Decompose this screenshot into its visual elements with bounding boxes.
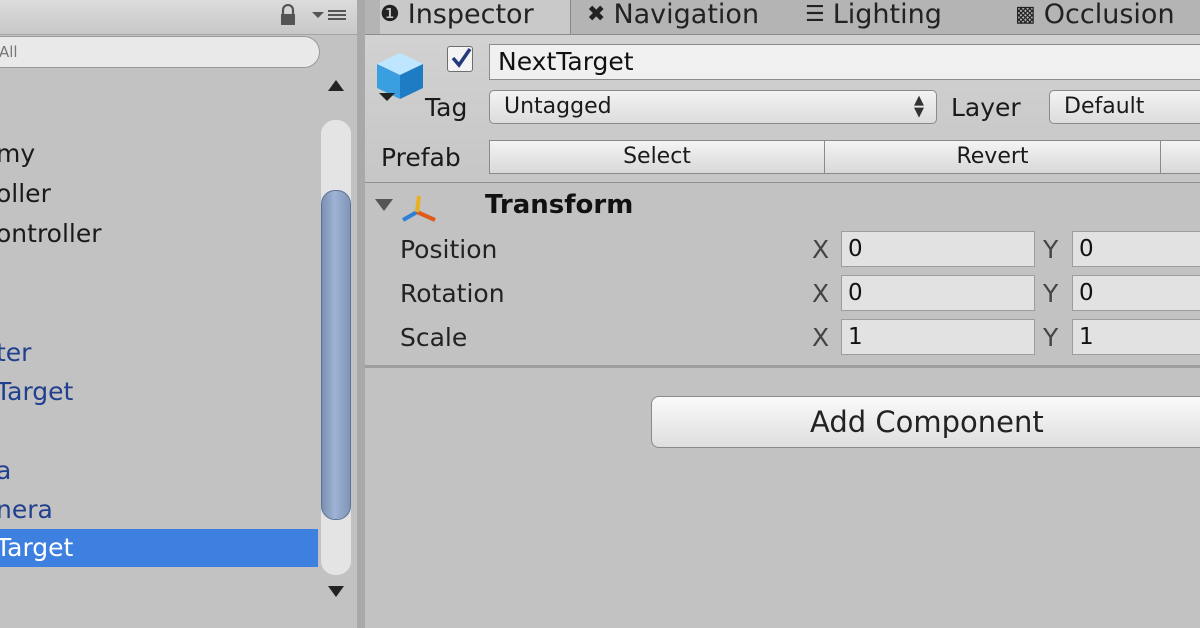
gameobject-header: NextTarget Tag Untagged ▲ ▼ Layer Default… bbox=[365, 35, 1200, 183]
rotation-x-label[interactable]: X bbox=[812, 279, 829, 308]
tree-item-label: oller bbox=[0, 179, 51, 208]
transform-title: Transform bbox=[485, 190, 634, 220]
tree-item[interactable]: ontroller bbox=[0, 215, 318, 253]
lighting-icon: ☰ bbox=[805, 2, 825, 27]
hierarchy-panel: All my oller ontroller ter Target a nera… bbox=[0, 0, 357, 628]
tab-occlusion[interactable]: ▩ Occlusion bbox=[1015, 0, 1175, 34]
tree-item-label: ontroller bbox=[0, 219, 102, 248]
tab-label: Navigation bbox=[613, 0, 760, 30]
search-placeholder: All bbox=[0, 43, 18, 61]
panel-menu-icon[interactable] bbox=[310, 6, 348, 24]
tree-item-label: Target bbox=[0, 533, 74, 562]
tab-label: Occlusion bbox=[1043, 0, 1175, 30]
tab-label: Lighting bbox=[832, 0, 942, 30]
scroll-up-arrow-icon[interactable] bbox=[328, 80, 344, 91]
tab-label: Inspector bbox=[407, 0, 534, 30]
prefab-apply-button[interactable] bbox=[1160, 140, 1200, 174]
tag-dropdown[interactable]: Untagged ▲ ▼ bbox=[489, 90, 937, 124]
lock-icon[interactable] bbox=[278, 4, 298, 26]
info-icon: ❶ bbox=[380, 2, 400, 27]
panel-splitter[interactable] bbox=[357, 0, 365, 628]
tree-item[interactable] bbox=[0, 295, 318, 333]
tab-inspector[interactable]: ❶ Inspector bbox=[380, 0, 571, 34]
scale-label: Scale bbox=[400, 323, 468, 352]
foldout-arrow-icon[interactable] bbox=[375, 199, 393, 211]
layer-value: Default bbox=[1064, 94, 1145, 119]
rotation-y-field[interactable]: 0 bbox=[1072, 275, 1200, 311]
scale-x-field[interactable]: 1 bbox=[841, 319, 1035, 355]
hierarchy-search-input[interactable]: All bbox=[0, 36, 320, 68]
transform-component-header[interactable]: Transform bbox=[365, 182, 1200, 226]
prefab-label: Prefab bbox=[381, 143, 461, 172]
component-divider bbox=[365, 365, 1200, 368]
prefab-revert-button[interactable]: Revert bbox=[824, 140, 1161, 174]
position-y-field[interactable]: 0 bbox=[1072, 231, 1200, 267]
inspector-panel: NextTarget Tag Untagged ▲ ▼ Layer Default… bbox=[365, 35, 1200, 628]
scale-x-label[interactable]: X bbox=[812, 323, 829, 352]
add-component-button[interactable]: Add Component bbox=[651, 396, 1200, 448]
tree-item[interactable] bbox=[0, 255, 318, 293]
tree-item[interactable]: Target bbox=[0, 373, 318, 411]
position-y-label[interactable]: Y bbox=[1043, 235, 1058, 264]
scale-y-field[interactable]: 1 bbox=[1072, 319, 1200, 355]
navigation-icon: ✖ bbox=[587, 2, 606, 27]
position-x-label[interactable]: X bbox=[812, 235, 829, 264]
layer-dropdown[interactable]: Default bbox=[1049, 90, 1200, 124]
tree-item[interactable]: ter bbox=[0, 334, 318, 372]
layer-label: Layer bbox=[951, 93, 1021, 122]
hierarchy-scrollbar[interactable] bbox=[318, 70, 356, 615]
tag-label: Tag bbox=[425, 93, 468, 122]
scroll-down-arrow-icon[interactable] bbox=[328, 586, 344, 597]
checkmark-icon bbox=[451, 48, 472, 68]
scale-y-label[interactable]: Y bbox=[1043, 323, 1058, 352]
tree-item[interactable]: oller bbox=[0, 175, 318, 213]
rotation-x-field[interactable]: 0 bbox=[841, 275, 1035, 311]
tree-item-selected[interactable]: Target bbox=[0, 529, 318, 567]
inspector-tab-bar: ❶ Inspector ✖ Navigation ☰ Lighting ▩ Occlus… bbox=[365, 0, 1200, 35]
tag-value: Untagged bbox=[504, 94, 612, 119]
position-label: Position bbox=[400, 235, 498, 264]
rotation-label: Rotation bbox=[400, 279, 505, 308]
tree-item-label: Target bbox=[0, 377, 74, 406]
rotation-y-label[interactable]: Y bbox=[1043, 279, 1058, 308]
tab-lighting[interactable]: ☰ Lighting bbox=[805, 0, 942, 34]
position-x-field[interactable]: 0 bbox=[841, 231, 1035, 267]
gameobject-cube-icon bbox=[377, 53, 423, 101]
active-checkbox[interactable] bbox=[447, 46, 473, 72]
occlusion-icon: ▩ bbox=[1015, 2, 1036, 27]
tree-item-label: a bbox=[0, 456, 12, 485]
tree-item[interactable]: nera bbox=[0, 491, 318, 529]
tree-item-label: my bbox=[0, 139, 36, 168]
dropdown-arrows-icon: ▲ ▼ bbox=[914, 93, 924, 120]
object-name-field[interactable]: NextTarget bbox=[489, 44, 1200, 80]
hierarchy-toolbar bbox=[0, 0, 357, 35]
tree-item-label: ter bbox=[0, 338, 32, 367]
scroll-thumb[interactable] bbox=[321, 190, 351, 520]
tree-item[interactable] bbox=[0, 412, 318, 450]
tree-item-label: nera bbox=[0, 495, 53, 524]
tree-item[interactable]: my bbox=[0, 135, 318, 173]
tab-navigation[interactable]: ✖ Navigation bbox=[587, 0, 759, 34]
tree-item[interactable]: a bbox=[0, 452, 318, 490]
prefab-select-button[interactable]: Select bbox=[489, 140, 825, 174]
transform-icon bbox=[402, 195, 436, 222]
